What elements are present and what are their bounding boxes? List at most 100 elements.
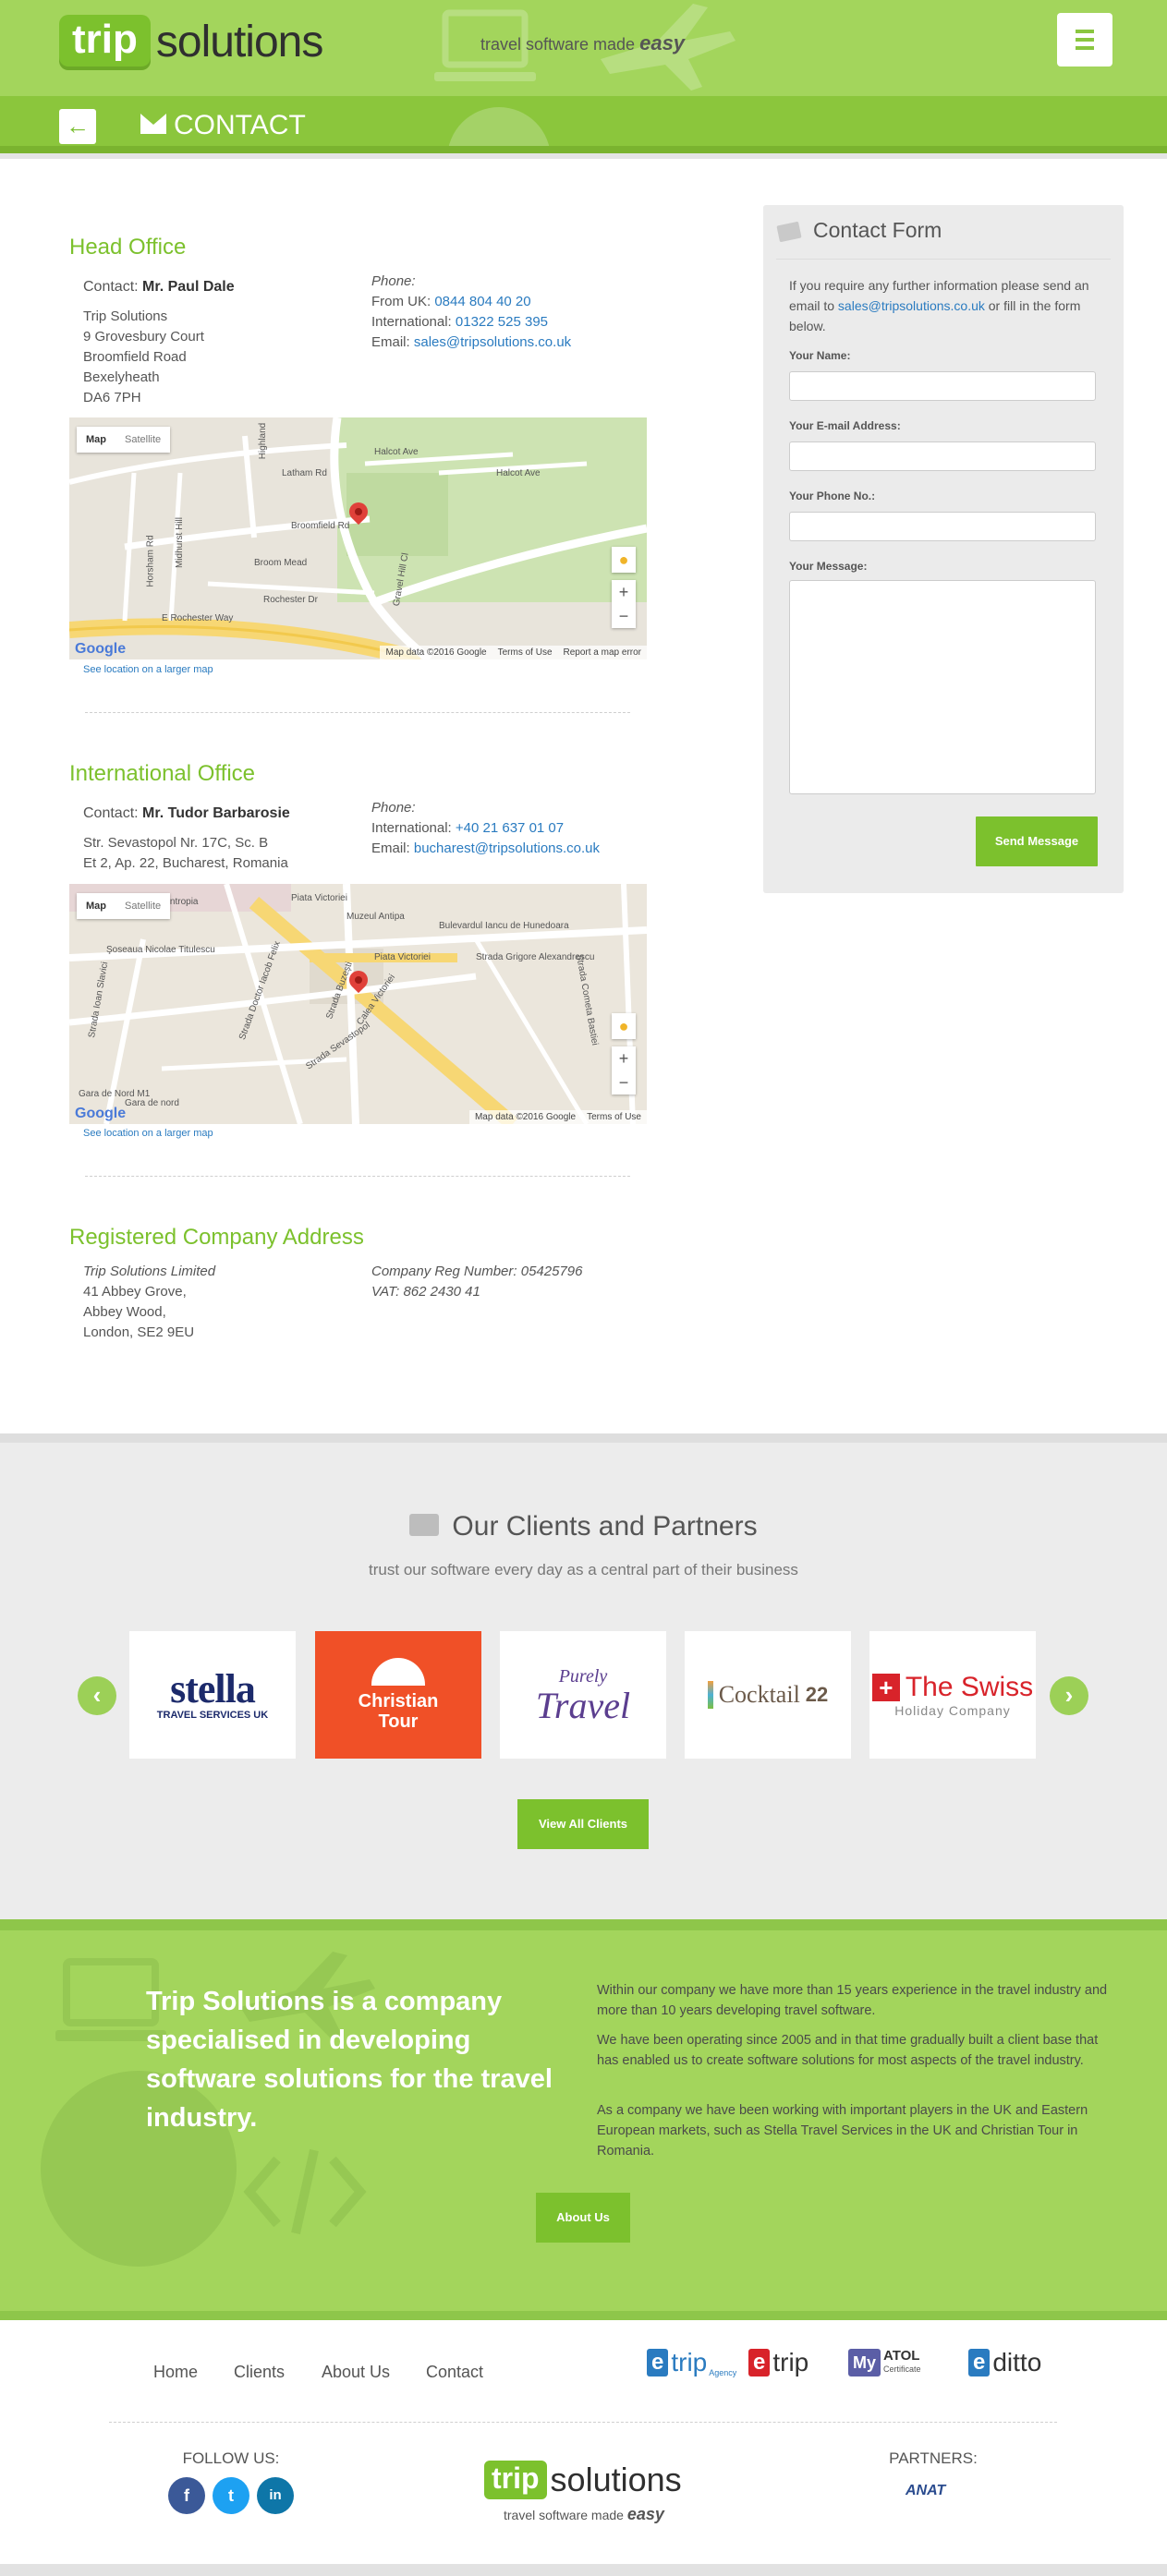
name-label: Your Name:: [789, 349, 851, 362]
facebook-icon[interactable]: f: [168, 2477, 205, 2514]
header-divider: [0, 153, 1167, 159]
see-larger-map-link[interactable]: See location on a larger map: [83, 664, 213, 675]
about-us-button[interactable]: About Us: [536, 2193, 630, 2243]
street-label: Broomfield Rd: [291, 521, 350, 531]
email-input[interactable]: [789, 441, 1096, 471]
footer-nav-about[interactable]: About Us: [322, 2363, 390, 2382]
name-input[interactable]: [789, 371, 1096, 401]
back-arrow-button[interactable]: ←: [59, 109, 96, 144]
twitter-icon[interactable]: t: [213, 2477, 249, 2514]
footer-nav-contact[interactable]: Contact: [426, 2363, 483, 2382]
google-logo[interactable]: Google: [75, 641, 126, 658]
intl-office-title: International Office: [69, 761, 256, 786]
street-label: Highland: [258, 422, 269, 460]
product-logo-etrip[interactable]: e trip: [748, 2342, 808, 2383]
zoom-out-button[interactable]: −: [612, 604, 636, 628]
client-logo-swiss-holiday[interactable]: + The Swiss Holiday Company: [869, 1631, 1036, 1759]
vat-number: VAT: 862 2430 41: [371, 1284, 480, 1300]
street-label: Horsham Rd: [145, 535, 156, 587]
tagline-text: travel software made: [504, 2508, 624, 2522]
intl-office-contact: Contact: Mr. Tudor Barbarosie: [83, 804, 290, 824]
street-label: Piata Victoriei: [291, 893, 347, 903]
address-line: Trip Solutions: [83, 308, 168, 324]
pegman-icon[interactable]: ●: [612, 547, 636, 573]
product-logo-editto[interactable]: e ditto: [968, 2342, 1041, 2383]
about-paragraph: Within our company we have more than 15 …: [597, 1983, 1108, 2018]
phone-label: Your Phone No.:: [789, 490, 876, 502]
street-label: Latham Rd: [282, 468, 327, 478]
map-tab[interactable]: Map: [77, 427, 115, 453]
street-label: Gara de nord: [125, 1098, 179, 1108]
hamburger-menu-button[interactable]: [1057, 13, 1112, 67]
registered-address-title: Registered Company Address: [69, 1225, 364, 1250]
phone-input[interactable]: [789, 512, 1096, 541]
clients-section: Our Clients and Partners trust our softw…: [0, 1433, 1167, 1919]
phone-label: Phone:: [371, 273, 416, 289]
partner-logo-anat[interactable]: ANAT: [906, 2483, 945, 2499]
head-office-phones: Phone: From UK: 0844 804 40 20 Internati…: [371, 272, 571, 353]
logo-text: Holiday Company: [894, 1703, 1011, 1718]
map-tab[interactable]: Map: [77, 893, 115, 919]
client-logo-cocktail[interactable]: Cocktail 22: [685, 1631, 851, 1759]
linkedin-icon[interactable]: in: [257, 2477, 294, 2514]
intro-email-link[interactable]: sales@tripsolutions.co.uk: [838, 298, 985, 313]
globe-decoration-icon: [447, 107, 551, 153]
client-logo-purely-travel[interactable]: Purely Travel: [500, 1631, 666, 1759]
map-roads: [69, 417, 647, 659]
zoom-in-button[interactable]: +: [612, 1046, 636, 1070]
intl-office-phones: Phone: International: +40 21 637 01 07 E…: [371, 798, 600, 859]
terms-link[interactable]: Terms of Use: [587, 1112, 641, 1122]
intl-phone-link[interactable]: 01322 525 395: [456, 314, 548, 330]
client-logo-christian-tour[interactable]: Christian Tour: [315, 1631, 481, 1759]
intl-phone-link[interactable]: +40 21 637 01 07: [456, 820, 564, 836]
view-all-clients-button[interactable]: View All Clients: [517, 1799, 649, 1849]
pegman-icon[interactable]: ●: [612, 1013, 636, 1039]
follow-us-label: FOLLOW US:: [182, 2449, 280, 2467]
satellite-tab[interactable]: Satellite: [115, 893, 170, 919]
zoom-in-button[interactable]: +: [612, 580, 636, 604]
product-name: ATOL: [883, 2348, 920, 2364]
phone-label: Phone:: [371, 800, 416, 816]
menu-bar-icon: [1076, 46, 1094, 50]
partners-label: PARTNERS:: [889, 2449, 978, 2467]
menu-bar-icon: [1076, 30, 1094, 33]
product-sub: Agency: [709, 2368, 737, 2377]
carousel-next-button[interactable]: ›: [1050, 1676, 1088, 1715]
footer-nav-home[interactable]: Home: [153, 2363, 198, 2382]
carousel-prev-button[interactable]: ‹: [78, 1676, 116, 1715]
from-uk-label: From UK:: [371, 294, 432, 309]
map-type-tabs: Map Satellite: [77, 893, 171, 919]
registered-company-info: Company Reg Number: 05425796 VAT: 862 24…: [371, 1262, 582, 1302]
product-logo-etrip-agency[interactable]: e trip Agency: [647, 2342, 736, 2383]
logo-text: Cocktail: [718, 1681, 800, 1708]
address-line: 9 Grovesbury Court: [83, 329, 204, 345]
see-larger-map-link[interactable]: See location on a larger map: [83, 1128, 213, 1139]
message-textarea[interactable]: [789, 580, 1096, 794]
product-logo-myatol[interactable]: My ATOL Certificate: [848, 2342, 921, 2383]
map-data-text: Map data ©2016 Google: [474, 1112, 577, 1122]
footer-tagline: travel software made easy: [504, 2505, 664, 2524]
zoom-out-button[interactable]: −: [612, 1070, 636, 1094]
email-link[interactable]: bucharest@tripsolutions.co.uk: [414, 841, 600, 856]
logo-solutions-text: solutions: [155, 18, 323, 67]
report-error-link[interactable]: Report a map error: [564, 647, 641, 658]
top-header: trip solutions travel software made easy: [0, 0, 1167, 96]
terms-link[interactable]: Terms of Use: [498, 647, 553, 658]
clients-subtitle: trust our software every day as a centra…: [369, 1561, 798, 1578]
envelope-icon: [140, 114, 166, 135]
satellite-tab[interactable]: Satellite: [115, 427, 170, 453]
site-logo[interactable]: trip solutions: [59, 15, 323, 70]
ship-icon: [371, 1658, 425, 1686]
email-link[interactable]: sales@tripsolutions.co.uk: [414, 334, 571, 350]
head-office-map[interactable]: Latham Rd Halcot Ave Halcot Ave Broomfie…: [69, 417, 647, 659]
client-logo-stella[interactable]: stella TRAVEL SERVICES UK: [129, 1631, 296, 1759]
from-uk-phone-link[interactable]: 0844 804 40 20: [434, 294, 530, 309]
send-message-button[interactable]: Send Message: [976, 816, 1098, 866]
footer-nav-clients[interactable]: Clients: [234, 2363, 285, 2382]
head-office-title: Head Office: [69, 235, 187, 260]
clients-title-text: Our Clients and Partners: [452, 1511, 758, 1542]
footer-logo[interactable]: trip solutions: [484, 2461, 682, 2499]
tagline-emphasis: easy: [626, 2505, 664, 2523]
google-logo[interactable]: Google: [75, 1106, 126, 1122]
intl-office-map[interactable]: Spitalul Clinic Filantropia Piata Victor…: [69, 884, 647, 1124]
